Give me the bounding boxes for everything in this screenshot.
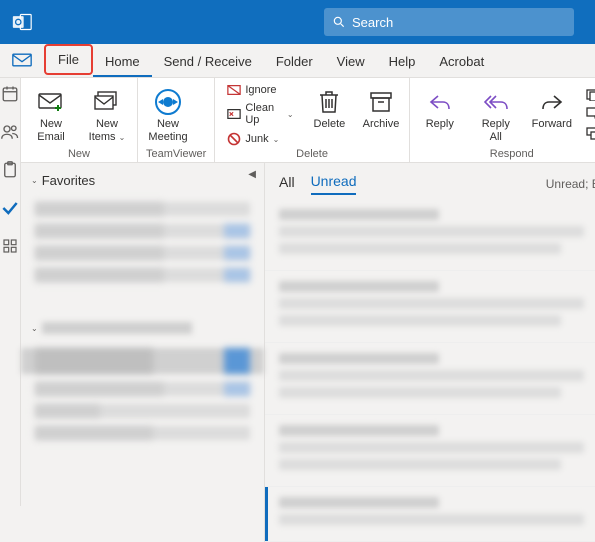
delete-button[interactable]: Delete: [310, 82, 350, 148]
collapse-folder-pane-icon[interactable]: ◀: [248, 169, 256, 180]
account-name-redacted: [42, 322, 192, 334]
respond-extra-1[interactable]: [582, 87, 595, 103]
chevron-down-icon: ⌄: [31, 324, 38, 333]
archive-button[interactable]: Archive: [361, 82, 401, 148]
reply-label: Reply: [426, 118, 454, 131]
group-teamviewer: NewMeeting TeamViewer: [138, 78, 215, 162]
folder-item[interactable]: [35, 202, 250, 216]
message-list-pane: All Unread Unread; B: [265, 163, 595, 542]
group-new: NewEmail NewItems ⌄ New: [21, 78, 138, 162]
mail-compose-icon[interactable]: [0, 43, 44, 77]
group-delete-label: Delete: [223, 148, 400, 162]
new-meeting-button[interactable]: NewMeeting: [146, 82, 190, 148]
forward-button[interactable]: Forward: [530, 82, 574, 148]
new-items-icon: [93, 88, 121, 116]
trash-icon: [315, 88, 343, 116]
message-item[interactable]: [265, 271, 595, 343]
navigation-rail: [0, 78, 21, 506]
message-item[interactable]: [265, 199, 595, 271]
folder-item-selected[interactable]: [21, 348, 264, 374]
folder-item[interactable]: [35, 404, 250, 418]
account-header[interactable]: ⌄: [21, 312, 264, 340]
cleanup-icon: [227, 108, 241, 120]
favorites-header[interactable]: ⌄ Favorites: [21, 163, 264, 194]
forward-label: Forward: [532, 118, 572, 131]
teamviewer-icon: [154, 88, 182, 116]
archive-icon: [367, 88, 395, 116]
search-input[interactable]: Search: [324, 8, 574, 36]
tab-file[interactable]: File: [44, 44, 93, 75]
group-delete: Ignore Clean Up ⌄ Junk ⌄ Delete Archive …: [215, 78, 409, 162]
reply-all-label: ReplyAll: [482, 118, 510, 144]
folder-item[interactable]: [35, 426, 250, 440]
folder-item[interactable]: [35, 268, 250, 282]
forward-icon: [538, 88, 566, 116]
outlook-app-icon: [0, 0, 44, 44]
tab-folder[interactable]: Folder: [264, 46, 325, 77]
filter-unread[interactable]: Unread: [311, 173, 357, 195]
reply-icon: [426, 88, 454, 116]
archive-label: Archive: [363, 118, 400, 131]
respond-extra-2[interactable]: [582, 105, 595, 123]
people-icon[interactable]: [0, 122, 20, 142]
new-email-icon: [37, 88, 65, 116]
calendar-icon[interactable]: [0, 84, 20, 104]
reply-all-button[interactable]: ReplyAll: [474, 82, 518, 148]
delete-label: Delete: [314, 118, 346, 131]
group-tv-label: TeamViewer: [146, 148, 206, 162]
new-email-label: NewEmail: [37, 118, 65, 144]
message-item[interactable]: [265, 343, 595, 415]
reply-button[interactable]: Reply: [418, 82, 462, 148]
title-bar: Search: [0, 0, 595, 44]
junk-icon: [227, 132, 241, 146]
ignore-icon: [227, 84, 241, 96]
junk-button[interactable]: Junk ⌄: [223, 130, 297, 148]
folder-item[interactable]: [35, 224, 250, 238]
group-respond-label: Respond: [418, 148, 595, 162]
respond-extra-3[interactable]: [582, 125, 595, 143]
group-new-label: New: [29, 148, 129, 162]
ribbon: NewEmail NewItems ⌄ New NewMeeting Te: [21, 78, 595, 163]
folder-pane: ◀ ⌄ Favorites ⌄: [21, 163, 265, 542]
new-items-label: NewItems ⌄: [89, 118, 126, 144]
tab-help[interactable]: Help: [377, 46, 428, 77]
todo-check-icon[interactable]: [0, 198, 20, 218]
tab-acrobat[interactable]: Acrobat: [427, 46, 496, 77]
folder-item[interactable]: [35, 246, 250, 260]
message-item-unread[interactable]: [265, 487, 595, 542]
tab-send-receive[interactable]: Send / Receive: [152, 46, 264, 77]
folder-item[interactable]: [35, 382, 250, 396]
tasks-clipboard-icon[interactable]: [0, 160, 20, 180]
new-email-button[interactable]: NewEmail: [29, 82, 73, 148]
chevron-down-icon: ⌄: [31, 176, 38, 185]
ignore-button[interactable]: Ignore: [223, 82, 297, 98]
search-placeholder: Search: [352, 15, 393, 30]
ribbon-tabs: File Home Send / Receive Folder View Hel…: [0, 44, 595, 78]
filter-all[interactable]: All: [279, 174, 295, 194]
more-apps-icon[interactable]: [0, 236, 20, 256]
filter-status-text: Unread; B: [546, 177, 595, 191]
favorites-label: Favorites: [42, 173, 95, 188]
group-respond: Reply ReplyAll Forward: [410, 78, 595, 162]
new-items-button[interactable]: NewItems ⌄: [85, 82, 129, 148]
cleanup-button[interactable]: Clean Up ⌄: [223, 100, 297, 128]
message-item[interactable]: [265, 415, 595, 487]
tab-home[interactable]: Home: [93, 46, 152, 77]
new-meeting-label: NewMeeting: [148, 118, 187, 144]
tab-view[interactable]: View: [325, 46, 377, 77]
reply-all-icon: [482, 88, 510, 116]
